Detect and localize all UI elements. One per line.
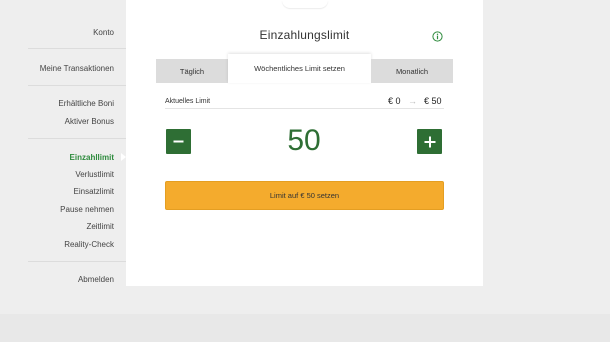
footer-band (0, 314, 610, 342)
info-icon[interactable] (432, 29, 443, 42)
set-limit-button[interactable]: Limit auf € 50 setzen (165, 181, 444, 210)
sidebar-item-erhaeltliche-boni[interactable]: Erhältliche Boni (58, 99, 114, 108)
active-item-pointer (121, 153, 126, 161)
limit-amount: 50 (287, 124, 321, 157)
sidebar-item-konto[interactable]: Konto (93, 28, 114, 37)
sidebar-item-einzahllimit[interactable]: Einzahllimit (70, 153, 114, 162)
decrease-button[interactable] (166, 129, 191, 154)
sidebar-item-reality-check[interactable]: Reality-Check (64, 240, 114, 249)
minus-icon (173, 140, 184, 143)
sidebar-item-abmelden[interactable]: Abmelden (78, 275, 114, 284)
limit-period-tabs: Täglich Wöchentliches Limit setzen Monat… (156, 54, 453, 83)
account-sidebar: Konto Meine Transaktionen Erhältliche Bo… (0, 0, 126, 288)
plus-icon (424, 136, 435, 147)
sidebar-item-einsatzlimit[interactable]: Einsatzlimit (74, 187, 114, 196)
sidebar-item-aktiver-bonus[interactable]: Aktiver Bonus (65, 117, 114, 126)
page-title: Einzahlungslimit (259, 28, 350, 42)
current-limit-from: € 0 (388, 96, 401, 106)
current-limit-to: € 50 (424, 96, 442, 106)
current-limit-label: Aktuelles Limit (165, 98, 211, 105)
sidebar-divider (28, 261, 126, 262)
sidebar-item-zeitlimit[interactable]: Zeitlimit (86, 222, 114, 231)
sidebar-divider (28, 85, 126, 86)
sidebar-item-meine-transaktionen[interactable]: Meine Transaktionen (40, 64, 114, 73)
sidebar-item-verlustlimit[interactable]: Verlustlimit (75, 170, 114, 179)
top-notch (282, 0, 328, 8)
current-limit-row: Aktuelles Limit € 0 → € 50 (165, 96, 444, 109)
increase-button[interactable] (417, 129, 442, 154)
tab-woechentlich[interactable]: Wöchentliches Limit setzen (228, 54, 371, 83)
deposit-limit-panel: Einzahlungslimit Täglich Wöchentliches L… (126, 0, 483, 286)
tab-taeglich[interactable]: Täglich (156, 59, 228, 83)
sidebar-divider (28, 138, 126, 139)
sidebar-divider (28, 48, 126, 49)
arrow-right-icon: → (408, 96, 417, 106)
sidebar-item-pause-nehmen[interactable]: Pause nehmen (60, 205, 114, 214)
tab-monatlich[interactable]: Monatlich (371, 59, 453, 83)
